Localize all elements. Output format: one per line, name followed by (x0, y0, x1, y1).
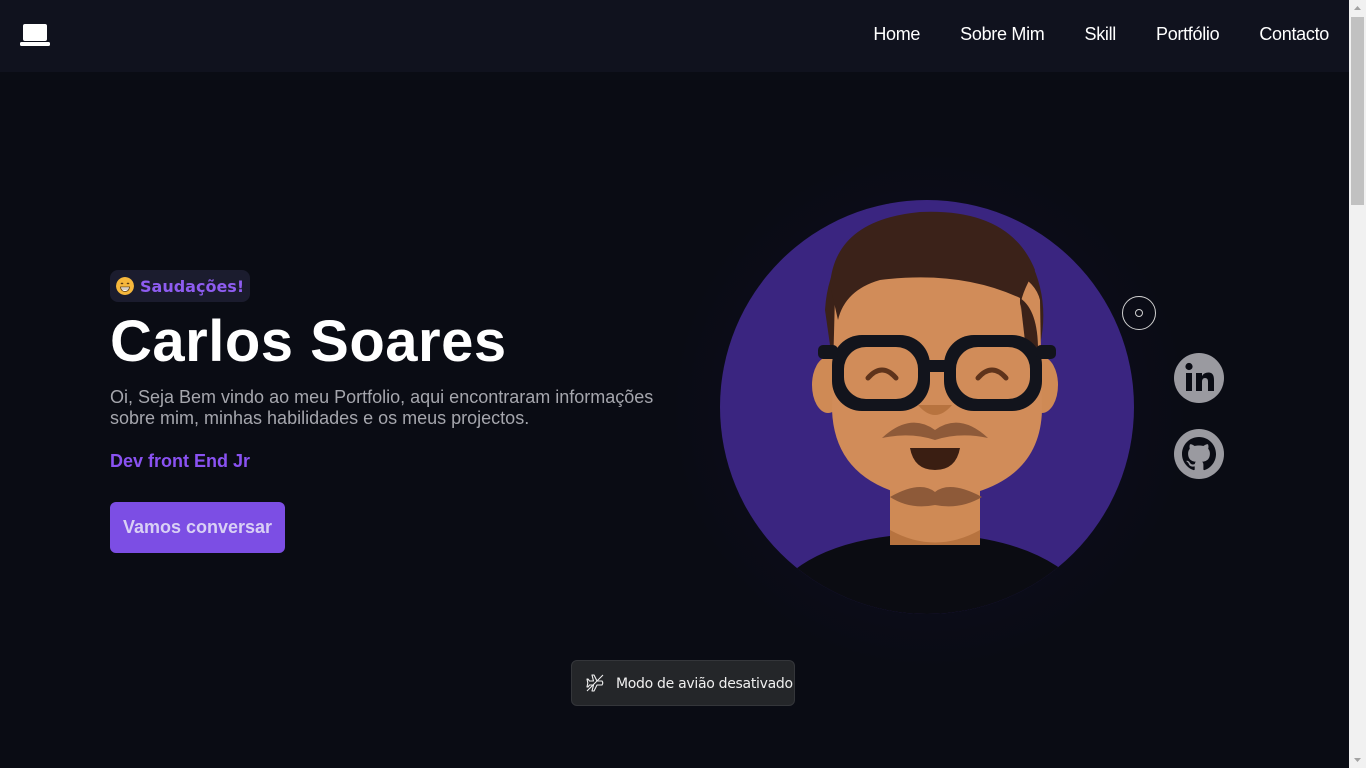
nav-link-portfolio[interactable]: Portfólio (1156, 24, 1220, 45)
toast-text: Modo de avião desativado (616, 676, 793, 692)
airplane-icon (586, 674, 604, 692)
scroll-down-arrow-icon[interactable] (1349, 751, 1366, 768)
scrollbar-thumb[interactable] (1351, 17, 1364, 205)
nav-link-contacto[interactable]: Contacto (1259, 24, 1329, 45)
scroll-up-arrow-icon[interactable] (1349, 0, 1366, 17)
nav-link-home[interactable]: Home (873, 24, 920, 45)
lets-talk-button[interactable]: Vamos conversar (110, 502, 285, 553)
airplane-mode-toast: Modo de avião desativado (571, 660, 795, 706)
linkedin-icon[interactable] (1174, 353, 1224, 403)
nav-link-sobre-mim[interactable]: Sobre Mim (960, 24, 1045, 45)
greeting-badge: Saudações! (110, 270, 251, 302)
nav-menu: Home Sobre Mim Skill Portfólio Contacto (873, 24, 1329, 45)
grinning-face-icon (116, 277, 134, 295)
nav-link-skill[interactable]: Skill (1084, 24, 1116, 45)
hero-name: Carlos Soares (110, 309, 507, 374)
github-icon[interactable] (1174, 429, 1224, 479)
navbar: Home Sobre Mim Skill Portfólio Contacto (0, 0, 1349, 72)
hero-role: Dev front End Jr (110, 451, 251, 471)
avatar (720, 200, 1134, 614)
greeting-text: Saudações! (140, 276, 245, 296)
circle-toggle-button[interactable] (1122, 296, 1156, 330)
laptop-icon[interactable] (20, 22, 50, 48)
hero-description: Oi, Seja Bem vindo ao meu Portfolio, aqu… (110, 387, 654, 428)
